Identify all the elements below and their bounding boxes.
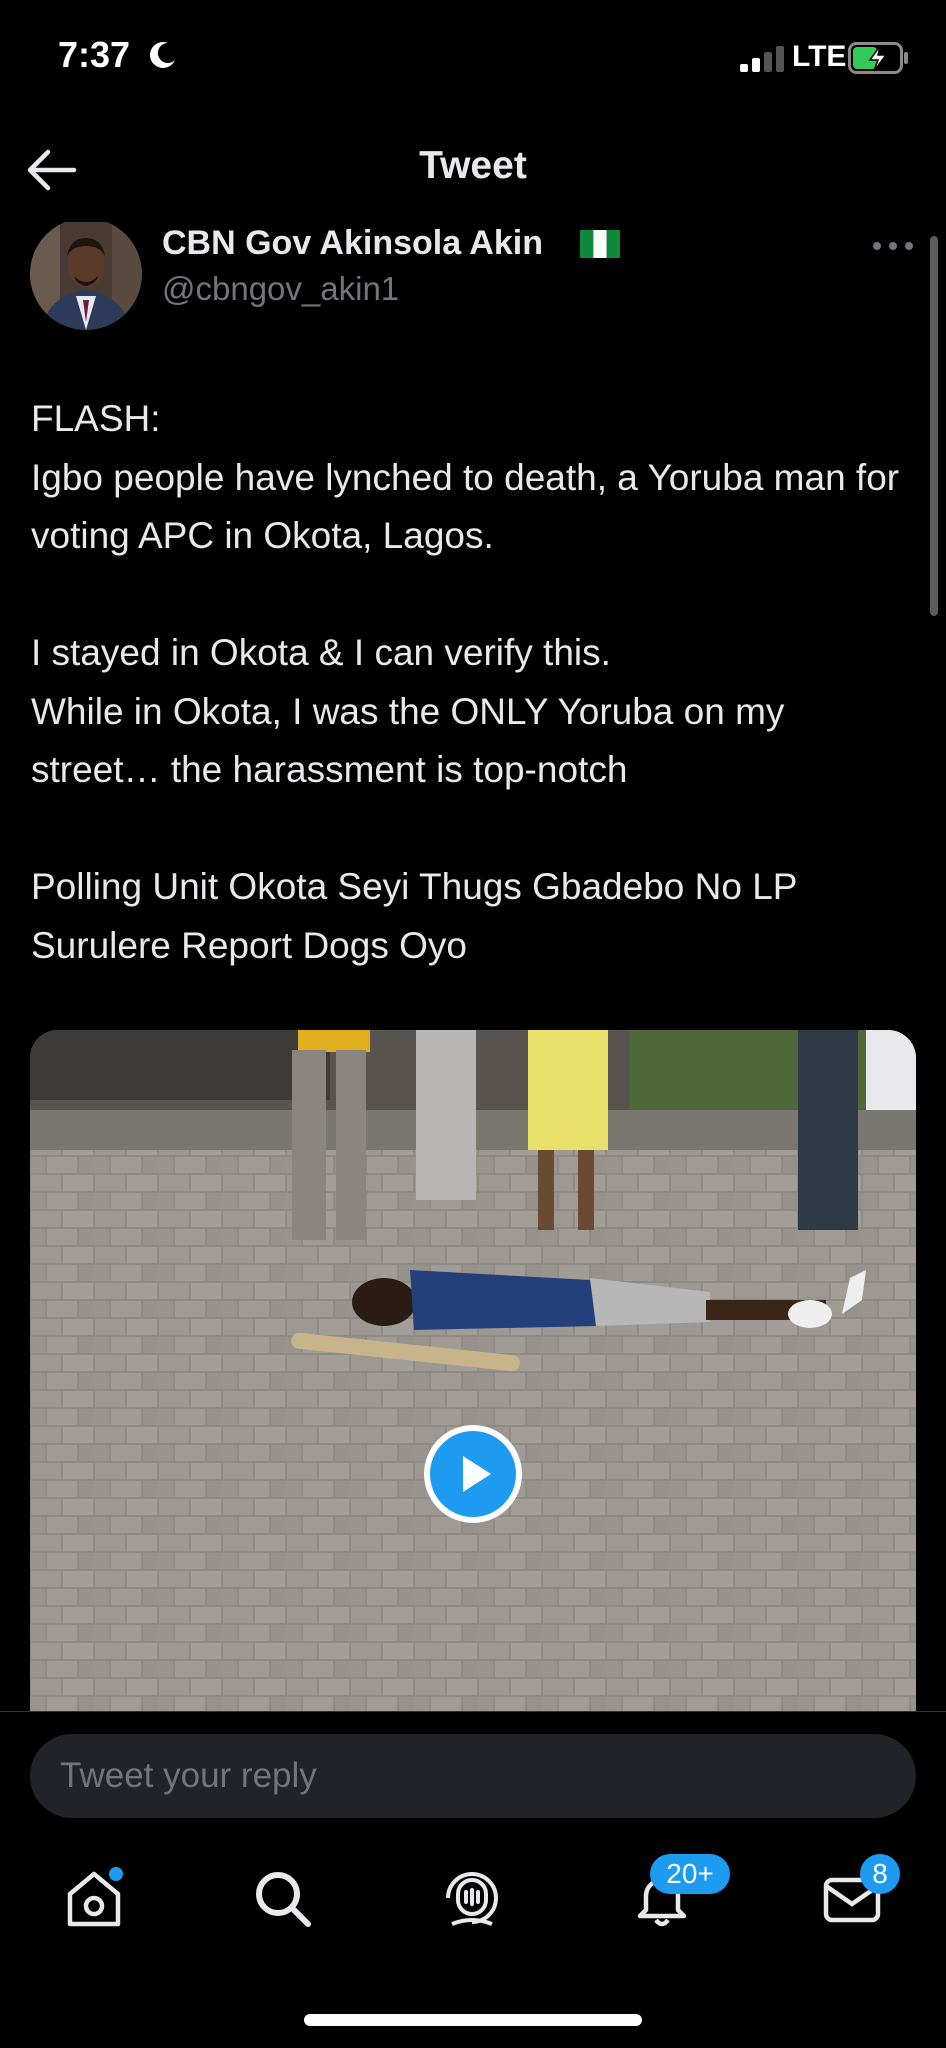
more-horizontal-icon[interactable] [872,240,914,252]
scrollbar[interactable] [930,236,938,616]
tweet-text-paragraph: Polling Unit Okota Seyi Thugs Gbadebo No… [31,866,797,966]
spaces-icon[interactable] [440,1866,504,1930]
tweet-text-paragraph: Igbo people have lynched to death, a Yor… [31,456,900,557]
video-thumbnail [30,1030,916,1712]
reply-bar[interactable] [30,1734,916,1818]
battery-charging-icon [848,42,908,74]
home-icon[interactable] [62,1866,126,1930]
tweet-detail: CBN Gov Akinsola Akin @cbngov_akin1 FLAS… [0,222,946,1712]
notifications-badge: 20+ [650,1854,730,1894]
messages-badge: 8 [860,1854,900,1894]
status-time: 7:37 [58,34,131,75]
divider [0,1711,946,1712]
reply-input[interactable] [60,1734,880,1818]
network-type: LTE [792,40,847,73]
home-indicator [304,2014,642,2026]
avatar[interactable] [30,222,142,330]
tweet-text: FLASH: Igbo people have lynched to death… [31,390,911,975]
search-icon[interactable] [250,1866,314,1930]
play-icon[interactable] [423,1424,523,1524]
nav-header: Tweet [0,118,946,222]
tab-bar: 20+ 8 [0,1840,946,1970]
author-name[interactable]: CBN Gov Akinsola Akin [162,224,543,263]
nigeria-flag-icon [580,230,620,258]
moon-icon [150,42,175,68]
status-bar: 7:37 LTE [0,0,946,118]
author-handle[interactable]: @cbngov_akin1 [162,270,399,308]
tweet-text-line: FLASH: [31,398,161,439]
tweet-text-line: I stayed in Okota & I can verify this. [31,632,611,673]
signal-icon [740,46,784,72]
page-title: Tweet [419,144,527,187]
video-media[interactable] [30,1030,916,1712]
tweet-text-paragraph: While in Okota, I was the ONLY Yoruba on… [31,690,785,791]
